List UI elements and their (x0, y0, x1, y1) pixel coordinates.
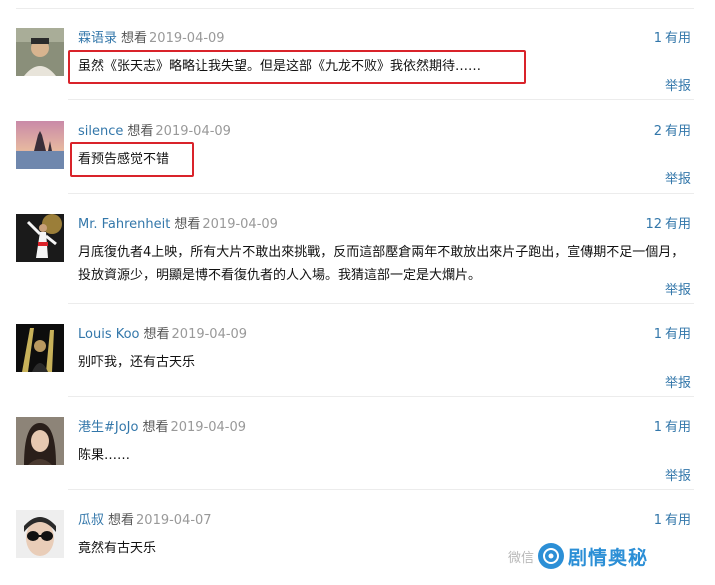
watermark-prefix: 微信 (508, 550, 535, 566)
watch-status: 想看 (121, 31, 148, 46)
vote-count: 2 (653, 124, 662, 139)
useful-vote[interactable]: 12 有用 (645, 216, 691, 234)
comment-divider (68, 396, 694, 397)
comments-page: 霖语录 想看 2019-04-09 1 有用 虽然《张天志》略略让我失望。但是这部《九… (0, 0, 715, 585)
vote-label[interactable]: 有用 (665, 31, 691, 46)
vote-label[interactable]: 有用 (665, 124, 691, 139)
report-link[interactable]: 举报 (665, 282, 691, 300)
avatar[interactable] (16, 28, 64, 76)
avatar[interactable] (16, 417, 64, 465)
top-divider (16, 8, 694, 9)
username-link[interactable]: 港生#JoJo (78, 420, 138, 435)
vote-count: 1 (653, 513, 662, 528)
vote-label[interactable]: 有用 (665, 420, 691, 435)
comment-meta: 瓜叔 想看 2019-04-07 (78, 512, 212, 530)
vote-count: 1 (653, 420, 662, 435)
comment-date: 2019-04-09 (170, 420, 247, 435)
comment-date: 2019-04-09 (171, 327, 248, 342)
comment-meta: Mr. Fahrenheit 想看 2019-04-09 (78, 216, 278, 234)
report-link[interactable]: 举报 (665, 375, 691, 393)
watch-status: 想看 (127, 124, 154, 139)
comment-date: 2019-04-09 (155, 124, 231, 139)
highlight-box (68, 50, 526, 84)
username-link[interactable]: Louis Koo (78, 327, 140, 342)
report-link[interactable]: 举报 (665, 468, 691, 486)
watch-status: 想看 (142, 420, 169, 435)
comment-text: 月底復仇者4上映，所有大片不敢出來挑戰，反而這部壓倉兩年不敢放出來片子跑出，宣傳… (78, 245, 685, 283)
highlight-box (70, 142, 194, 177)
vote-count: 12 (645, 217, 662, 232)
vote-count: 1 (653, 31, 662, 46)
comment-meta: 霖语录 想看 2019-04-09 (78, 30, 225, 48)
comment-divider (68, 193, 694, 194)
comment-meta: 港生#JoJo 想看 2019-04-09 (78, 419, 246, 437)
comment-date: 2019-04-09 (202, 217, 278, 232)
username-link[interactable]: 霖语录 (78, 31, 117, 46)
vote-label[interactable]: 有用 (665, 217, 691, 232)
comment-text: 别吓我，还有古天乐 (78, 355, 196, 370)
comment-date: 2019-04-07 (136, 513, 212, 528)
username-link[interactable]: 瓜叔 (78, 513, 104, 528)
report-link[interactable]: 举报 (665, 78, 691, 96)
watermark-brand: 剧情奥秘 (568, 546, 649, 569)
useful-vote[interactable]: 1 有用 (654, 512, 691, 530)
username-link[interactable]: silence (78, 124, 123, 139)
watch-status: 想看 (174, 217, 201, 232)
useful-vote[interactable]: 1 有用 (654, 30, 691, 48)
watch-status: 想看 (143, 327, 170, 342)
watermark: 微信 剧情奥秘 (508, 538, 648, 574)
avatar[interactable] (16, 121, 64, 169)
useful-vote[interactable]: 1 有用 (654, 326, 691, 344)
comment-text: 陈果…… (78, 448, 131, 463)
useful-vote[interactable]: 2 有用 (654, 123, 691, 141)
comment-meta: silence 想看 2019-04-09 (78, 123, 231, 141)
useful-vote[interactable]: 1 有用 (654, 419, 691, 437)
report-link[interactable]: 举报 (665, 171, 691, 189)
username-link[interactable]: Mr. Fahrenheit (78, 217, 170, 232)
comment-meta: Louis Koo 想看 2019-04-09 (78, 326, 247, 344)
avatar[interactable] (16, 510, 64, 558)
vote-count: 1 (653, 327, 662, 342)
avatar[interactable] (16, 214, 64, 262)
comment-date: 2019-04-09 (149, 31, 225, 46)
wechat-logo-icon (538, 543, 565, 569)
comment-divider (68, 99, 694, 100)
comment-divider (68, 303, 694, 304)
comment-divider (68, 489, 694, 490)
vote-label[interactable]: 有用 (665, 327, 691, 342)
watch-status: 想看 (108, 513, 135, 528)
avatar[interactable] (16, 324, 64, 372)
vote-label[interactable]: 有用 (665, 513, 691, 528)
